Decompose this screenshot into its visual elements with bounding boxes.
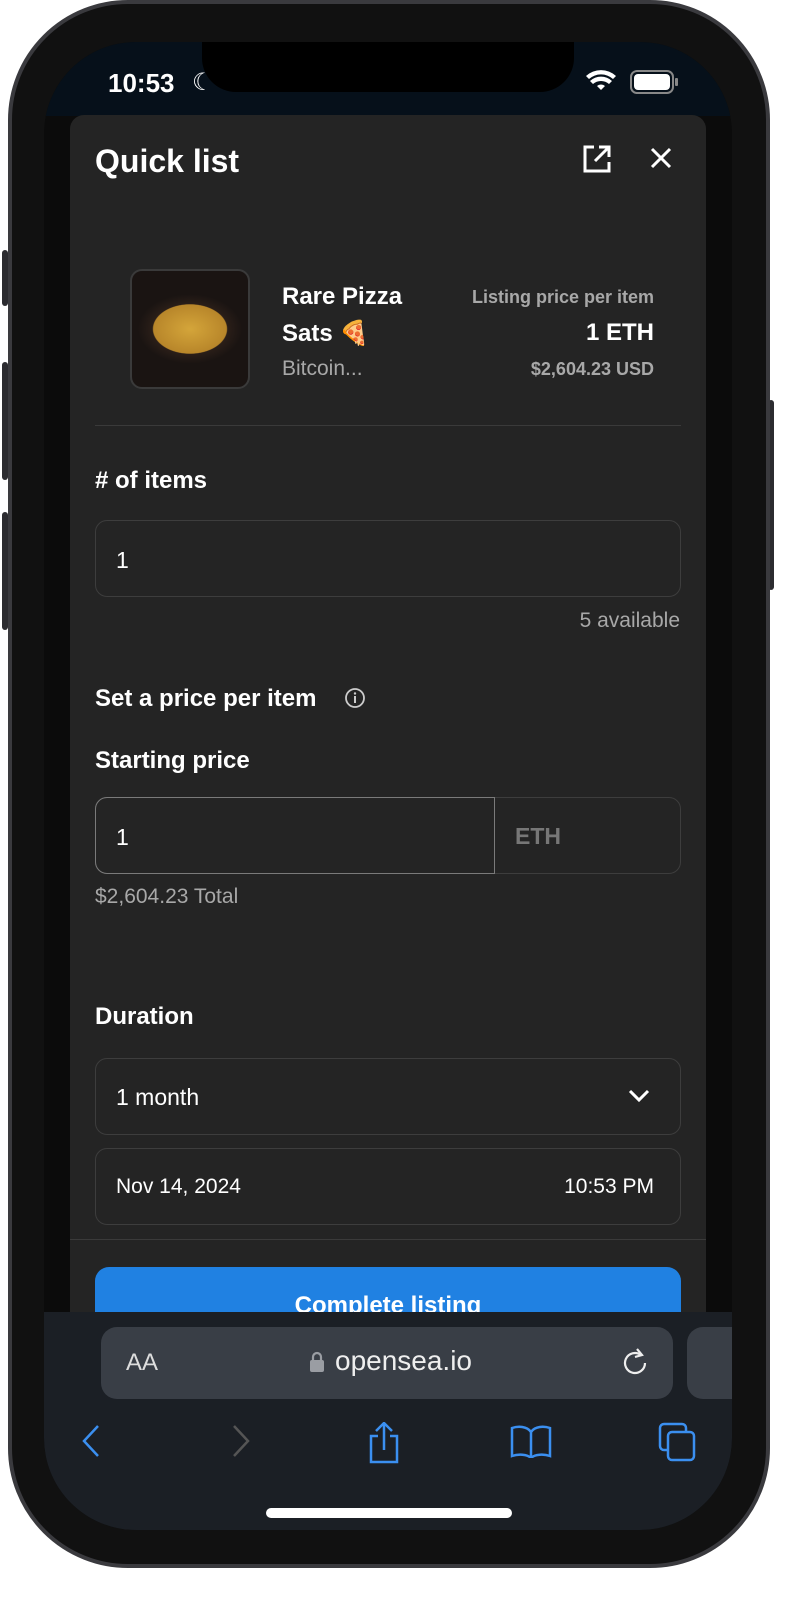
dynamic-island (202, 42, 574, 92)
forward-icon[interactable] (230, 1424, 252, 1458)
divider (70, 1239, 706, 1240)
nft-thumbnail[interactable] (130, 269, 250, 389)
price-label: Listing price per item (471, 287, 654, 307)
listing-price-usd: $2,604.23 USD (530, 359, 654, 379)
home-indicator (266, 1508, 512, 1518)
reader-aa-button[interactable]: AA (126, 1349, 158, 1377)
modal-title: Quick list (95, 143, 240, 179)
items-label: # of items (95, 467, 208, 494)
url-text[interactable]: opensea.io (335, 1345, 472, 1377)
next-tab-preview[interactable] (687, 1327, 732, 1399)
set-price-label: Set a price per item (95, 685, 317, 712)
starting-price-label: Starting price (95, 747, 250, 774)
item-name-line2[interactable]: Sats 🍕 (282, 319, 369, 348)
quick-list-modal: Quick list Rare Pizza Sats 🍕 Bitcoin... … (70, 115, 706, 1344)
address-bar[interactable]: AA opensea.io (101, 1327, 673, 1399)
end-time[interactable]: 10:53 PM (564, 1175, 654, 1199)
starting-price-value: 1 (116, 824, 129, 850)
duration-select[interactable]: 1 month (95, 1058, 681, 1135)
duration-value: 1 month (116, 1084, 200, 1110)
open-external-icon[interactable] (582, 144, 612, 174)
chevron-down-icon (628, 1089, 650, 1103)
divider (95, 425, 681, 426)
status-time: 10:53 (108, 68, 175, 98)
lock-icon (310, 1351, 324, 1372)
total-price: $2,604.23 Total (95, 885, 239, 908)
screen: 10:53 ☾ Quick list Rare Pizza Sats 🍕 Bit… (44, 42, 732, 1530)
reload-icon[interactable] (621, 1347, 649, 1377)
item-name-line1[interactable]: Rare Pizza (282, 283, 402, 311)
listing-price: 1 ETH (585, 319, 654, 346)
available-count: 5 available (579, 609, 680, 632)
items-input[interactable]: 1 (95, 520, 681, 597)
bookmarks-icon[interactable] (510, 1424, 552, 1458)
end-date[interactable]: Nov 14, 2024 (116, 1175, 241, 1199)
collection-name[interactable]: Bitcoin... (282, 357, 363, 381)
wifi-icon (586, 70, 616, 90)
end-datetime-field[interactable]: Nov 14, 2024 10:53 PM (95, 1148, 681, 1225)
status-bar: 10:53 ☾ (44, 42, 732, 116)
share-icon[interactable] (368, 1422, 400, 1464)
close-icon[interactable] (650, 147, 672, 169)
browser-toolbar: AA opensea.io (44, 1312, 732, 1530)
back-icon[interactable] (80, 1424, 102, 1458)
battery-icon (630, 70, 678, 94)
currency-label: ETH (515, 823, 561, 849)
duration-label: Duration (95, 1003, 194, 1030)
starting-price-input[interactable]: 1 (95, 797, 495, 874)
items-value: 1 (116, 547, 129, 573)
tabs-icon[interactable] (658, 1422, 698, 1462)
info-icon[interactable] (344, 687, 366, 709)
